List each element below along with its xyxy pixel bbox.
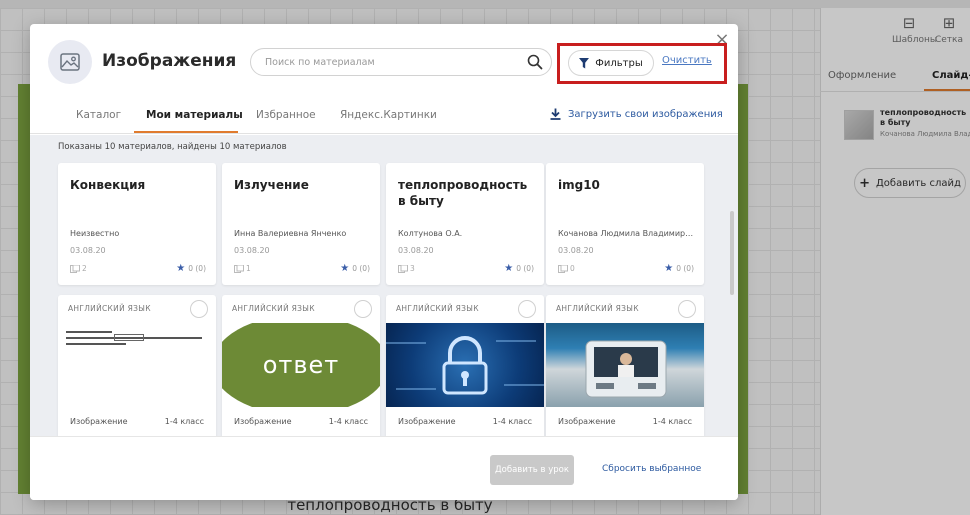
card-title: Конвекция	[70, 178, 146, 192]
pages-count: 1	[246, 264, 251, 273]
star-icon: ★	[504, 263, 514, 274]
pages-icon	[558, 264, 568, 273]
filters-button[interactable]: Фильтры	[568, 50, 654, 76]
card-type: Изображение	[234, 417, 292, 426]
add-to-lesson-button[interactable]: Добавить в урок	[490, 455, 574, 485]
card-pages: 1	[234, 264, 251, 273]
active-tab-underline	[134, 131, 238, 133]
upload-images-link[interactable]: Загрузить свои изображения	[550, 108, 723, 120]
search-icon[interactable]	[527, 54, 543, 70]
select-checkbox[interactable]	[678, 300, 696, 318]
select-checkbox[interactable]	[354, 300, 372, 318]
reset-selection-link[interactable]: Сбросить выбранное	[602, 464, 701, 474]
tab-favorites[interactable]: Избранное	[256, 109, 316, 121]
star-icon: ★	[176, 263, 186, 274]
card-grade: 1-4 класс	[164, 417, 204, 426]
card-rating: ★ 0 (0)	[504, 263, 534, 274]
material-card[interactable]: теплопроводность в быту Колтунова О.А. 0…	[386, 163, 544, 285]
search-input[interactable]	[265, 53, 515, 71]
card-rating: ★ 0 (0)	[176, 263, 206, 274]
material-card[interactable]: Излучение Инна Валериевна Янченко 03.08.…	[222, 163, 380, 285]
pages-count: 3	[410, 264, 415, 273]
card-rating: ★ 0 (0)	[340, 263, 370, 274]
tab-catalog[interactable]: Каталог	[76, 109, 121, 121]
download-icon	[550, 108, 561, 120]
rating-value: 0 (0)	[352, 264, 370, 273]
rating-value: 0 (0)	[516, 264, 534, 273]
bus-photo	[585, 340, 667, 398]
image-card[interactable]: АНГЛИЙСКИЙ ЯЗЫК Изображение 1-4 класс	[546, 295, 704, 436]
card-title: img10	[558, 178, 600, 192]
card-grade: 1-4 класс	[492, 417, 532, 426]
card-pages: 0	[558, 264, 575, 273]
select-checkbox[interactable]	[518, 300, 536, 318]
card-type: Изображение	[558, 417, 616, 426]
card-rating: ★ 0 (0)	[664, 263, 694, 274]
results-area[interactable]: Показаны 10 материалов, найдены 10 матер…	[30, 135, 738, 436]
tab-my-materials[interactable]: Мои материалы	[146, 109, 243, 121]
material-card[interactable]: Конвекция Неизвестно 03.08.20 2 ★ 0 (0)	[58, 163, 216, 285]
clear-filters-link[interactable]: Очистить	[662, 55, 712, 66]
modal-header: Изображения Фильтры Очистить	[30, 24, 738, 96]
rating-value: 0 (0)	[188, 264, 206, 273]
pages-icon	[398, 264, 408, 273]
image-preview-worksheet	[58, 323, 216, 407]
material-card[interactable]: img10 Кочанова Людмила Владимиров... 03.…	[546, 163, 704, 285]
card-author: Кочанова Людмила Владимиров...	[558, 229, 698, 238]
preview-word: ответ	[262, 351, 340, 379]
pages-count: 0	[570, 264, 575, 273]
card-title: Излучение	[234, 178, 309, 192]
image-card[interactable]: АНГЛИЙСКИЙ ЯЗЫК Изображение 1-4 класс	[58, 295, 216, 436]
card-grade: 1-4 класс	[328, 417, 368, 426]
tab-yandex-images[interactable]: Яндекс.Картинки	[340, 109, 437, 121]
card-title: теплопроводность в быту	[398, 178, 528, 208]
card-subject: АНГЛИЙСКИЙ ЯЗЫК	[396, 304, 479, 313]
card-subject: АНГЛИЙСКИЙ ЯЗЫК	[68, 304, 151, 313]
star-icon: ★	[340, 263, 350, 274]
card-type: Изображение	[70, 417, 128, 426]
card-grade: 1-4 класс	[652, 417, 692, 426]
image-preview-answer: ответ	[222, 323, 380, 407]
search-field[interactable]	[250, 48, 552, 76]
select-checkbox[interactable]	[190, 300, 208, 318]
card-date: 03.08.20	[70, 246, 106, 255]
card-subject: АНГЛИЙСКИЙ ЯЗЫК	[556, 304, 639, 313]
card-author: Инна Валериевна Янченко	[234, 229, 347, 238]
upload-label: Загрузить свои изображения	[568, 108, 723, 120]
modal-title: Изображения	[102, 51, 237, 71]
image-icon	[48, 40, 92, 84]
star-icon: ★	[664, 263, 674, 274]
card-date: 03.08.20	[234, 246, 270, 255]
card-pages: 3	[398, 264, 415, 273]
image-preview-bus	[546, 323, 704, 407]
images-modal: × Изображения Фильтры Очистить	[30, 24, 738, 500]
results-count: Показаны 10 материалов, найдены 10 матер…	[58, 142, 287, 152]
card-subject: АНГЛИЙСКИЙ ЯЗЫК	[232, 304, 315, 313]
filter-funnel-icon	[579, 57, 590, 68]
modal-footer: Добавить в урок Сбросить выбранное	[30, 436, 738, 500]
card-author: Колтунова О.А.	[398, 229, 463, 238]
image-card[interactable]: АНГЛИЙСКИЙ ЯЗЫК Изображение 1-4 класс	[386, 295, 544, 436]
pages-icon	[70, 264, 80, 273]
answer-box	[114, 334, 144, 341]
pages-icon	[234, 264, 244, 273]
card-author: Неизвестно	[70, 229, 120, 238]
padlock-icon	[386, 336, 544, 395]
card-date: 03.08.20	[558, 246, 594, 255]
results-scrollbar[interactable]	[730, 141, 734, 431]
scrollbar-thumb[interactable]	[730, 211, 734, 295]
image-preview-lock	[386, 323, 544, 407]
card-date: 03.08.20	[398, 246, 434, 255]
image-card[interactable]: АНГЛИЙСКИЙ ЯЗЫК ответ Изображение 1-4 кл…	[222, 295, 380, 436]
pages-count: 2	[82, 264, 87, 273]
card-pages: 2	[70, 264, 87, 273]
modal-tabs: Каталог Мои материалы Избранное Яндекс.К…	[30, 96, 738, 134]
rating-value: 0 (0)	[676, 264, 694, 273]
filters-label: Фильтры	[595, 57, 643, 69]
card-type: Изображение	[398, 417, 456, 426]
